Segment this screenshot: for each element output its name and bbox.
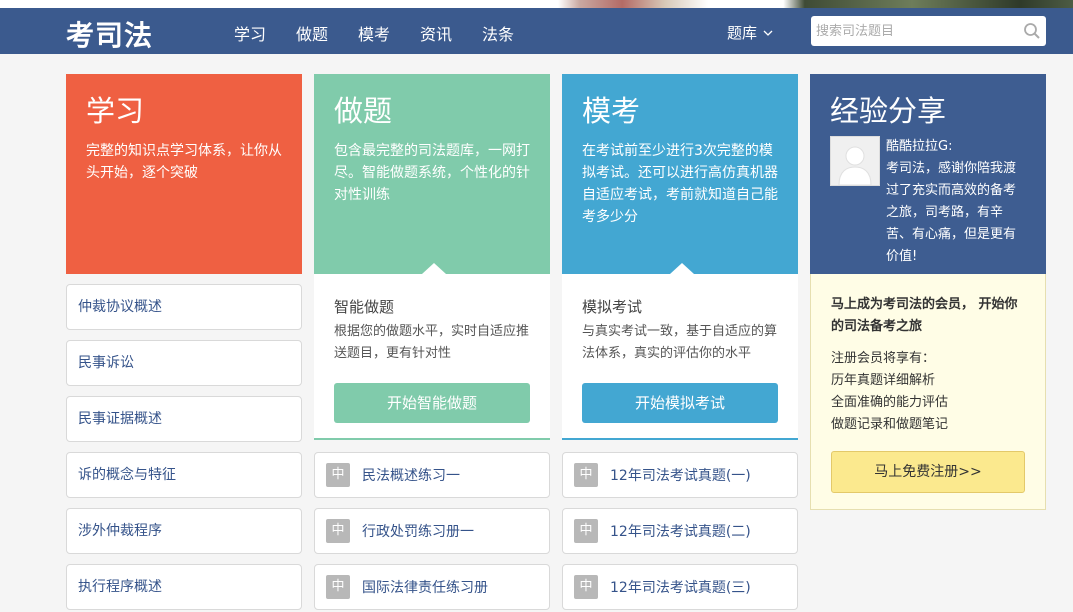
membership-intro: 注册会员将享有：: [831, 351, 936, 366]
practice-desc: 包含最完整的司法题库，一网打尽。智能做题系统，个性化的针对性训练: [334, 143, 530, 203]
membership-feature: 全面准确的能力评估: [831, 395, 949, 410]
paper-title: 民法概述练习一: [362, 468, 460, 484]
mock-exam-hero[interactable]: 模考 在考试前至少进行3次完整的模拟考试。还可以进行高仿真机器自适应考试，考前就…: [562, 74, 798, 274]
testimonial-text: 考司法，感谢你陪我渡过了充实而高效的备考之旅，司考路，有辛苦、有心痛，但是更有价…: [886, 161, 1017, 264]
top-banner-image: [0, 0, 1073, 8]
paper-title: 12年司法考试真题(二): [610, 524, 751, 540]
paper-title: 12年司法考试真题(三): [610, 580, 751, 596]
search-box: [811, 16, 1046, 46]
study-topic-list: 仲裁协议概述 民事诉讼 民事证据概述 诉的概念与特征 涉外仲裁程序 执行程序概述: [66, 284, 302, 610]
difficulty-badge: 中: [574, 463, 598, 487]
share-hero: 经验分享 酷酷拉拉G: 考司法，感谢你陪我渡过了充实而高效的备考之旅，司考路，有…: [810, 74, 1046, 274]
mock-exam-panel: 模拟考试 与真实考试一致，基于自适应的算法体系，真实的评估你的水平 开始模拟考试: [562, 274, 798, 440]
membership-feature: 做题记录和做题笔记: [831, 417, 949, 432]
default-avatar-icon: [831, 137, 879, 185]
nav-item-news[interactable]: 资讯: [420, 21, 482, 45]
membership-heading: 马上成为考司法的会员， 开始你的司法备考之旅: [831, 297, 1018, 334]
share-column: 经验分享 酷酷拉拉G: 考司法，感谢你陪我渡过了充实而高效的备考之旅，司考路，有…: [810, 74, 1046, 510]
smart-practice-desc: 根据您的做题水平，实时自适应推送题目，更有针对性: [334, 324, 530, 361]
smart-practice-panel: 智能做题 根据您的做题水平，实时自适应推送题目，更有针对性 开始智能做题: [314, 274, 550, 440]
study-title: 学习: [86, 94, 145, 128]
study-topic-item[interactable]: 执行程序概述: [66, 564, 302, 610]
hero-notch: [422, 263, 446, 274]
paper-title: 行政处罚练习册一: [362, 524, 474, 540]
study-topic-item[interactable]: 仲裁协议概述: [66, 284, 302, 330]
site-logo[interactable]: 考司法: [66, 14, 153, 54]
practice-column: 做题 包含最完整的司法题库，一网打尽。智能做题系统，个性化的针对性训练 智能做题…: [314, 74, 550, 612]
question-bank-dropdown[interactable]: 题库: [727, 22, 773, 43]
difficulty-badge: 中: [574, 519, 598, 543]
nav-item-laws[interactable]: 法条: [482, 21, 544, 45]
mock-exam-column: 模考 在考试前至少进行3次完整的模拟考试。还可以进行高仿真机器自适应考试，考前就…: [562, 74, 798, 612]
membership-feature: 历年真题详细解析: [831, 373, 936, 388]
study-topic-item[interactable]: 涉外仲裁程序: [66, 508, 302, 554]
mock-exam-panel-desc: 与真实考试一致，基于自适应的算法体系，真实的评估你的水平: [582, 324, 778, 361]
practice-paper-list: 中 民法概述练习一 中 行政处罚练习册一 中 国际法律责任练习册: [314, 452, 550, 610]
practice-paper-item[interactable]: 中 民法概述练习一: [314, 452, 550, 498]
mock-exam-panel-title: 模拟考试: [582, 298, 643, 316]
paper-title: 国际法律责任练习册: [362, 580, 488, 596]
testimonial: 酷酷拉拉G: 考司法，感谢你陪我渡过了充实而高效的备考之旅，司考路，有辛苦、有心…: [830, 136, 1026, 268]
testimonial-user-name: 酷酷拉拉G:: [886, 139, 953, 154]
exam-paper-item[interactable]: 中 12年司法考试真题(一): [562, 452, 798, 498]
avatar: [830, 136, 880, 186]
practice-paper-item[interactable]: 中 国际法律责任练习册: [314, 564, 550, 610]
testimonial-body: 酷酷拉拉G: 考司法，感谢你陪我渡过了充实而高效的备考之旅，司考路，有辛苦、有心…: [886, 136, 1026, 268]
difficulty-badge: 中: [326, 575, 350, 599]
hero-notch: [670, 263, 694, 274]
chevron-down-icon: [763, 30, 773, 36]
nav-item-practice[interactable]: 做题: [296, 21, 358, 45]
mock-exam-desc: 在考试前至少进行3次完整的模拟考试。还可以进行高仿真机器自适应考试，考前就知道自…: [582, 143, 778, 225]
study-topic-item[interactable]: 诉的概念与特征: [66, 452, 302, 498]
exam-paper-list: 中 12年司法考试真题(一) 中 12年司法考试真题(二) 中 12年司法考试真…: [562, 452, 798, 610]
question-bank-label: 题库: [727, 24, 758, 42]
start-mock-exam-button[interactable]: 开始模拟考试: [582, 383, 778, 423]
practice-title: 做题: [334, 94, 393, 128]
difficulty-badge: 中: [574, 575, 598, 599]
study-hero[interactable]: 学习 完整的知识点学习体系，让你从头开始，逐个突破: [66, 74, 302, 274]
difficulty-badge: 中: [326, 463, 350, 487]
nav-item-mock-exam[interactable]: 模考: [358, 21, 420, 45]
membership-box: 马上成为考司法的会员， 开始你的司法备考之旅 注册会员将享有： 历年真题详细解析…: [810, 274, 1046, 510]
smart-practice-title: 智能做题: [334, 298, 395, 316]
practice-hero[interactable]: 做题 包含最完整的司法题库，一网打尽。智能做题系统，个性化的针对性训练: [314, 74, 550, 274]
study-column: 学习 完整的知识点学习体系，让你从头开始，逐个突破 仲裁协议概述 民事诉讼 民事…: [66, 74, 302, 612]
mock-exam-title: 模考: [582, 94, 641, 128]
start-smart-practice-button[interactable]: 开始智能做题: [334, 383, 530, 423]
search-icon[interactable]: [1023, 22, 1041, 40]
exam-paper-item[interactable]: 中 12年司法考试真题(二): [562, 508, 798, 554]
exam-paper-item[interactable]: 中 12年司法考试真题(三): [562, 564, 798, 610]
free-register-button[interactable]: 马上免费注册>>: [831, 451, 1025, 493]
study-topic-item[interactable]: 民事诉讼: [66, 340, 302, 386]
study-topic-item[interactable]: 民事证据概述: [66, 396, 302, 442]
search-input[interactable]: [811, 16, 1021, 46]
paper-title: 12年司法考试真题(一): [610, 468, 751, 484]
practice-paper-item[interactable]: 中 行政处罚练习册一: [314, 508, 550, 554]
main-nav: 学习 做题 模考 资讯 法条: [234, 21, 544, 45]
share-title: 经验分享: [830, 94, 947, 128]
difficulty-badge: 中: [326, 519, 350, 543]
study-desc: 完整的知识点学习体系，让你从头开始，逐个突破: [86, 143, 282, 181]
header: 考司法 学习 做题 模考 资讯 法条 题库: [0, 8, 1073, 54]
nav-item-study[interactable]: 学习: [234, 21, 296, 45]
